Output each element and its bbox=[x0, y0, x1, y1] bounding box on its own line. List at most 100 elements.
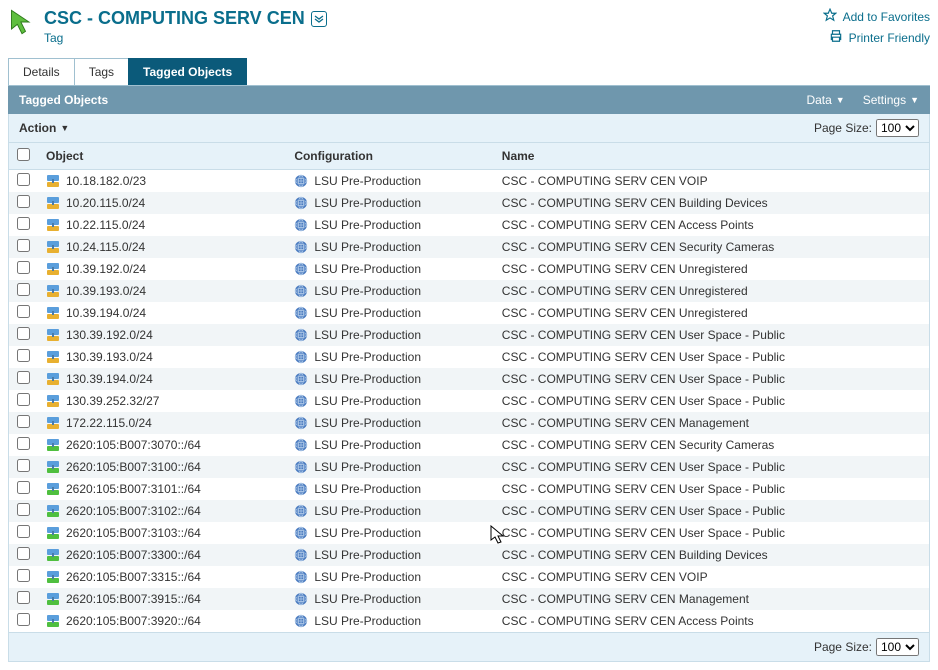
table-row[interactable]: 130.39.193.0/24 LSU Pre-Production CSC -… bbox=[9, 346, 930, 368]
row-checkbox[interactable] bbox=[17, 349, 30, 362]
globe-icon bbox=[294, 372, 308, 386]
add-favorites-link[interactable]: Add to Favorites bbox=[823, 8, 930, 25]
network-icon bbox=[46, 416, 60, 430]
settings-dropdown[interactable]: Settings ▼ bbox=[863, 93, 919, 107]
table-row[interactable]: 2620:105:B007:3300::/64 LSU Pre-Producti… bbox=[9, 544, 930, 566]
configuration-value: LSU Pre-Production bbox=[314, 372, 421, 386]
name-value: CSC - COMPUTING SERV CEN User Space - Pu… bbox=[502, 328, 785, 342]
name-value: CSC - COMPUTING SERV CEN Security Camera… bbox=[502, 438, 775, 452]
object-value: 10.22.115.0/24 bbox=[66, 218, 145, 232]
row-checkbox[interactable] bbox=[17, 547, 30, 560]
action-dropdown[interactable]: Action ▼ bbox=[19, 121, 69, 135]
tab-tags[interactable]: Tags bbox=[74, 58, 129, 85]
globe-icon bbox=[294, 460, 308, 474]
table-row[interactable]: 130.39.252.32/27 LSU Pre-Production CSC … bbox=[9, 390, 930, 412]
table-row[interactable]: 172.22.115.0/24 LSU Pre-Production CSC -… bbox=[9, 412, 930, 434]
configuration-value: LSU Pre-Production bbox=[314, 416, 421, 430]
table-row[interactable]: 130.39.192.0/24 LSU Pre-Production CSC -… bbox=[9, 324, 930, 346]
col-name[interactable]: Name bbox=[494, 143, 930, 170]
panel-title: Tagged Objects bbox=[19, 93, 108, 107]
page-subtitle: Tag bbox=[44, 31, 327, 45]
name-value: CSC - COMPUTING SERV CEN Access Points bbox=[502, 218, 754, 232]
expand-options-icon[interactable] bbox=[311, 11, 327, 27]
network-icon bbox=[46, 372, 60, 386]
select-all-checkbox[interactable] bbox=[17, 148, 30, 161]
tagged-objects-table: Object Configuration Name 10.18.182.0/23… bbox=[8, 142, 930, 633]
row-checkbox[interactable] bbox=[17, 371, 30, 384]
row-checkbox[interactable] bbox=[17, 305, 30, 318]
page-size-label-bottom: Page Size: bbox=[814, 640, 872, 654]
tabs: DetailsTagsTagged Objects bbox=[8, 58, 930, 86]
row-checkbox[interactable] bbox=[17, 261, 30, 274]
network-icon bbox=[46, 350, 60, 364]
tab-details[interactable]: Details bbox=[8, 58, 75, 85]
table-row[interactable]: 2620:105:B007:3102::/64 LSU Pre-Producti… bbox=[9, 500, 930, 522]
row-checkbox[interactable] bbox=[17, 173, 30, 186]
page-size-select-top[interactable]: 100 bbox=[876, 119, 919, 137]
configuration-value: LSU Pre-Production bbox=[314, 240, 421, 254]
row-checkbox[interactable] bbox=[17, 239, 30, 252]
row-checkbox[interactable] bbox=[17, 613, 30, 626]
col-configuration[interactable]: Configuration bbox=[286, 143, 493, 170]
col-object[interactable]: Object bbox=[38, 143, 286, 170]
name-value: CSC - COMPUTING SERV CEN User Space - Pu… bbox=[502, 350, 785, 364]
tab-tagged-objects[interactable]: Tagged Objects bbox=[128, 58, 247, 85]
globe-icon bbox=[294, 218, 308, 232]
row-checkbox[interactable] bbox=[17, 217, 30, 230]
row-checkbox[interactable] bbox=[17, 503, 30, 516]
name-value: CSC - COMPUTING SERV CEN Building Device… bbox=[502, 196, 768, 210]
title-block: CSC - COMPUTING SERV CEN Tag bbox=[8, 8, 327, 45]
network-icon bbox=[46, 174, 60, 188]
configuration-value: LSU Pre-Production bbox=[314, 328, 421, 342]
name-value: CSC - COMPUTING SERV CEN User Space - Pu… bbox=[502, 504, 785, 518]
row-checkbox[interactable] bbox=[17, 481, 30, 494]
object-value: 10.39.193.0/24 bbox=[66, 284, 146, 298]
table-row[interactable]: 10.20.115.0/24 LSU Pre-Production CSC - … bbox=[9, 192, 930, 214]
table-row[interactable]: 2620:105:B007:3070::/64 LSU Pre-Producti… bbox=[9, 434, 930, 456]
configuration-value: LSU Pre-Production bbox=[314, 306, 421, 320]
row-checkbox[interactable] bbox=[17, 569, 30, 582]
row-checkbox[interactable] bbox=[17, 393, 30, 406]
globe-icon bbox=[294, 240, 308, 254]
row-checkbox[interactable] bbox=[17, 195, 30, 208]
network-icon bbox=[46, 196, 60, 210]
table-row[interactable]: 2620:105:B007:3103::/64 LSU Pre-Producti… bbox=[9, 522, 930, 544]
globe-icon bbox=[294, 482, 308, 496]
name-value: CSC - COMPUTING SERV CEN Access Points bbox=[502, 614, 754, 628]
printer-friendly-link[interactable]: Printer Friendly bbox=[829, 29, 930, 46]
footer-bar: Page Size: 100 bbox=[8, 633, 930, 662]
object-value: 130.39.194.0/24 bbox=[66, 372, 153, 386]
object-value: 2620:105:B007:3101::/64 bbox=[66, 482, 201, 496]
table-row[interactable]: 10.39.192.0/24 LSU Pre-Production CSC - … bbox=[9, 258, 930, 280]
network-icon bbox=[46, 394, 60, 408]
star-icon bbox=[823, 8, 837, 25]
row-checkbox[interactable] bbox=[17, 525, 30, 538]
table-row[interactable]: 10.39.194.0/24 LSU Pre-Production CSC - … bbox=[9, 302, 930, 324]
row-checkbox[interactable] bbox=[17, 437, 30, 450]
cursor-arrow-icon bbox=[8, 8, 36, 36]
table-row[interactable]: 10.39.193.0/24 LSU Pre-Production CSC - … bbox=[9, 280, 930, 302]
table-row[interactable]: 2620:105:B007:3920::/64 LSU Pre-Producti… bbox=[9, 610, 930, 633]
table-row[interactable]: 10.24.115.0/24 LSU Pre-Production CSC - … bbox=[9, 236, 930, 258]
row-checkbox[interactable] bbox=[17, 415, 30, 428]
globe-icon bbox=[294, 284, 308, 298]
object-value: 2620:105:B007:3315::/64 bbox=[66, 570, 201, 584]
table-row[interactable]: 10.22.115.0/24 LSU Pre-Production CSC - … bbox=[9, 214, 930, 236]
table-row[interactable]: 130.39.194.0/24 LSU Pre-Production CSC -… bbox=[9, 368, 930, 390]
data-dropdown[interactable]: Data ▼ bbox=[806, 93, 844, 107]
row-checkbox[interactable] bbox=[17, 327, 30, 340]
table-row[interactable]: 2620:105:B007:3100::/64 LSU Pre-Producti… bbox=[9, 456, 930, 478]
configuration-value: LSU Pre-Production bbox=[314, 284, 421, 298]
globe-icon bbox=[294, 526, 308, 540]
table-row[interactable]: 2620:105:B007:3315::/64 LSU Pre-Producti… bbox=[9, 566, 930, 588]
table-row[interactable]: 2620:105:B007:3915::/64 LSU Pre-Producti… bbox=[9, 588, 930, 610]
page-size-select-bottom[interactable]: 100 bbox=[876, 638, 919, 656]
table-row[interactable]: 10.18.182.0/23 LSU Pre-Production CSC - … bbox=[9, 170, 930, 193]
row-checkbox[interactable] bbox=[17, 591, 30, 604]
configuration-value: LSU Pre-Production bbox=[314, 614, 421, 628]
name-value: CSC - COMPUTING SERV CEN Security Camera… bbox=[502, 240, 775, 254]
row-checkbox[interactable] bbox=[17, 283, 30, 296]
row-checkbox[interactable] bbox=[17, 459, 30, 472]
name-value: CSC - COMPUTING SERV CEN User Space - Pu… bbox=[502, 482, 785, 496]
table-row[interactable]: 2620:105:B007:3101::/64 LSU Pre-Producti… bbox=[9, 478, 930, 500]
